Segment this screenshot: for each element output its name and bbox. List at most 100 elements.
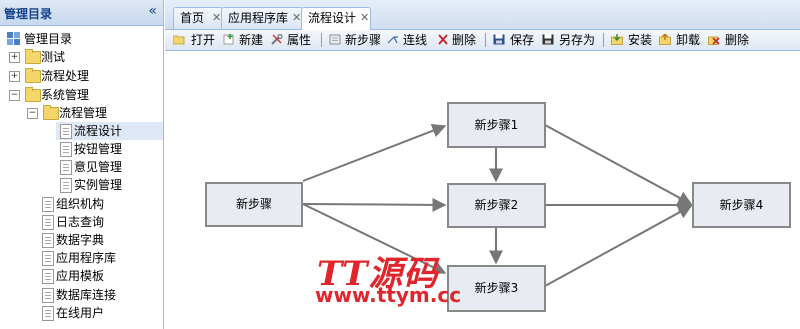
- flow-node-step4[interactable]: 新步骤4: [692, 182, 791, 228]
- edge-start-s1[interactable]: [302, 124, 447, 182]
- save-as-button[interactable]: 另存为: [542, 30, 598, 50]
- tree-item-opinion-admin[interactable]: 意见管理: [56, 158, 163, 176]
- new-label: 新建: [239, 33, 264, 47]
- folder-icon: [25, 49, 41, 64]
- close-icon[interactable]: ✕: [292, 8, 301, 28]
- sidebar-header: 管理目录 «: [0, 0, 163, 26]
- install-button[interactable]: 安装: [611, 30, 655, 50]
- double-chevron-left-icon[interactable]: «: [148, 3, 157, 19]
- tree-item-org[interactable]: 组织机构: [38, 195, 163, 213]
- folder-open-icon: [173, 35, 185, 45]
- page-icon: [42, 251, 54, 266]
- open-button[interactable]: 打开: [173, 30, 217, 50]
- expand-plus-icon[interactable]: +: [9, 71, 20, 82]
- page-icon: [42, 288, 54, 303]
- collapse-minus-icon[interactable]: −: [9, 90, 20, 101]
- tree-item-flow-admin[interactable]: − 流程管理: [0, 104, 163, 122]
- tree-item-dictionary[interactable]: 数据字典: [38, 231, 163, 249]
- sidebar: 管理目录 « 管理目录 + 测试 + 流程处理 − 系统管理 − 流程管理 流程: [0, 0, 164, 329]
- page-icon: [60, 160, 72, 175]
- tree-item-db-connection[interactable]: 数据库连接: [38, 286, 163, 304]
- tree-item-label: 在线用户: [56, 306, 105, 320]
- tree-item-label: 意见管理: [74, 160, 123, 174]
- flow-canvas[interactable]: 新步骤 新步骤1 新步骤2 新步骤3 新步骤4 TT源码 www.ttym.cc: [165, 51, 800, 329]
- page-icon: [42, 306, 54, 321]
- tree-item-label: 实例管理: [74, 178, 123, 192]
- delete-button[interactable]: 删除: [437, 30, 479, 50]
- toolbar-separator: [603, 33, 604, 47]
- tab-label: 应用程序库: [228, 11, 289, 25]
- tree-item-label: 数据库连接: [56, 288, 117, 302]
- tree-item-app-template[interactable]: 应用模板: [38, 267, 163, 285]
- tree-item-label: 流程设计: [74, 124, 123, 138]
- delete-label: 删除: [452, 33, 477, 47]
- folder-open-icon: [25, 87, 41, 102]
- close-icon[interactable]: ✕: [212, 8, 221, 28]
- tree-root-icon: [7, 32, 21, 45]
- tree-item-label: 数据字典: [56, 233, 105, 247]
- tree-item-label: 应用模板: [56, 269, 105, 283]
- install-icon: [611, 34, 623, 45]
- uninstall-icon: [659, 34, 671, 45]
- tree-item-label: 应用程序库: [56, 251, 117, 265]
- save-button[interactable]: 保存: [493, 30, 535, 50]
- properties-button[interactable]: 属性: [271, 30, 315, 50]
- tree-item-label: 日志查询: [56, 215, 105, 229]
- uninstall-button[interactable]: 卸载: [659, 30, 703, 50]
- page-icon: [42, 269, 54, 284]
- collapse-minus-icon[interactable]: −: [27, 108, 38, 119]
- flow-node-step2[interactable]: 新步骤2: [447, 183, 546, 228]
- tab-flow-design[interactable]: 流程设计 ✕: [301, 7, 371, 30]
- tree-item-system-admin[interactable]: − 系统管理: [0, 86, 163, 104]
- expand-plus-icon[interactable]: +: [9, 52, 20, 63]
- save-label: 保存: [510, 33, 535, 47]
- new-button[interactable]: 新建: [223, 30, 267, 50]
- tree-root-label: 管理目录: [24, 32, 73, 46]
- tab-bar: 首页 ✕ 应用程序库 ✕ 流程设计 ✕: [165, 0, 800, 30]
- tree-item-log-query[interactable]: 日志查询: [38, 213, 163, 231]
- tree-item-flow-process[interactable]: + 流程处理: [0, 67, 163, 85]
- new-step-button[interactable]: 新步骤: [329, 30, 383, 50]
- delete-package-button[interactable]: 删除: [708, 30, 752, 50]
- delete-x-icon: [438, 34, 448, 45]
- open-label: 打开: [191, 33, 216, 47]
- edge-s1-s4[interactable]: [544, 124, 693, 205]
- step-icon: [329, 34, 341, 45]
- tree-item-app-library[interactable]: 应用程序库: [38, 249, 163, 267]
- close-icon[interactable]: ✕: [360, 8, 369, 28]
- tree-item-label: 组织机构: [56, 197, 105, 211]
- tools-icon: [271, 34, 283, 45]
- toolbar-separator: [485, 33, 486, 47]
- tree-item-label: 流程管理: [59, 106, 108, 120]
- connector-icon: [387, 36, 398, 44]
- tab-home[interactable]: 首页 ✕: [173, 7, 223, 29]
- edge-s3-s4[interactable]: [544, 205, 693, 287]
- tree-item-label: 系统管理: [41, 88, 90, 102]
- connect-button[interactable]: 连线: [387, 30, 429, 50]
- tree-item-flow-design[interactable]: 流程设计: [56, 122, 163, 140]
- save-as-icon: [542, 34, 554, 45]
- flow-node-start[interactable]: 新步骤: [205, 182, 303, 227]
- properties-label: 属性: [287, 33, 312, 47]
- tab-app-library[interactable]: 应用程序库 ✕: [221, 7, 303, 29]
- tree-item-label: 按钮管理: [74, 142, 123, 156]
- tree-item-label: 流程处理: [41, 69, 90, 83]
- new-file-icon: [223, 34, 234, 45]
- flow-node-step1[interactable]: 新步骤1: [447, 102, 546, 148]
- sidebar-title: 管理目录: [4, 7, 53, 21]
- tree-root[interactable]: 管理目录: [0, 30, 163, 48]
- page-icon: [60, 124, 72, 139]
- flow-node-step3[interactable]: 新步骤3: [447, 265, 546, 312]
- save-icon: [493, 34, 505, 45]
- delete-x-icon: [708, 36, 720, 45]
- tree-item-test[interactable]: + 测试: [0, 48, 163, 66]
- delete-package-label: 删除: [725, 33, 750, 47]
- watermark-url: www.ttym.cc: [315, 283, 462, 307]
- tree-item-instance-admin[interactable]: 实例管理: [56, 176, 163, 194]
- tree-item-online-users[interactable]: 在线用户: [38, 304, 163, 322]
- tree-item-button-admin[interactable]: 按钮管理: [56, 140, 163, 158]
- tab-label: 流程设计: [308, 11, 357, 25]
- new-step-label: 新步骤: [345, 33, 382, 47]
- edge-start-s2[interactable]: [302, 197, 447, 212]
- toolbar-separator: [321, 33, 322, 47]
